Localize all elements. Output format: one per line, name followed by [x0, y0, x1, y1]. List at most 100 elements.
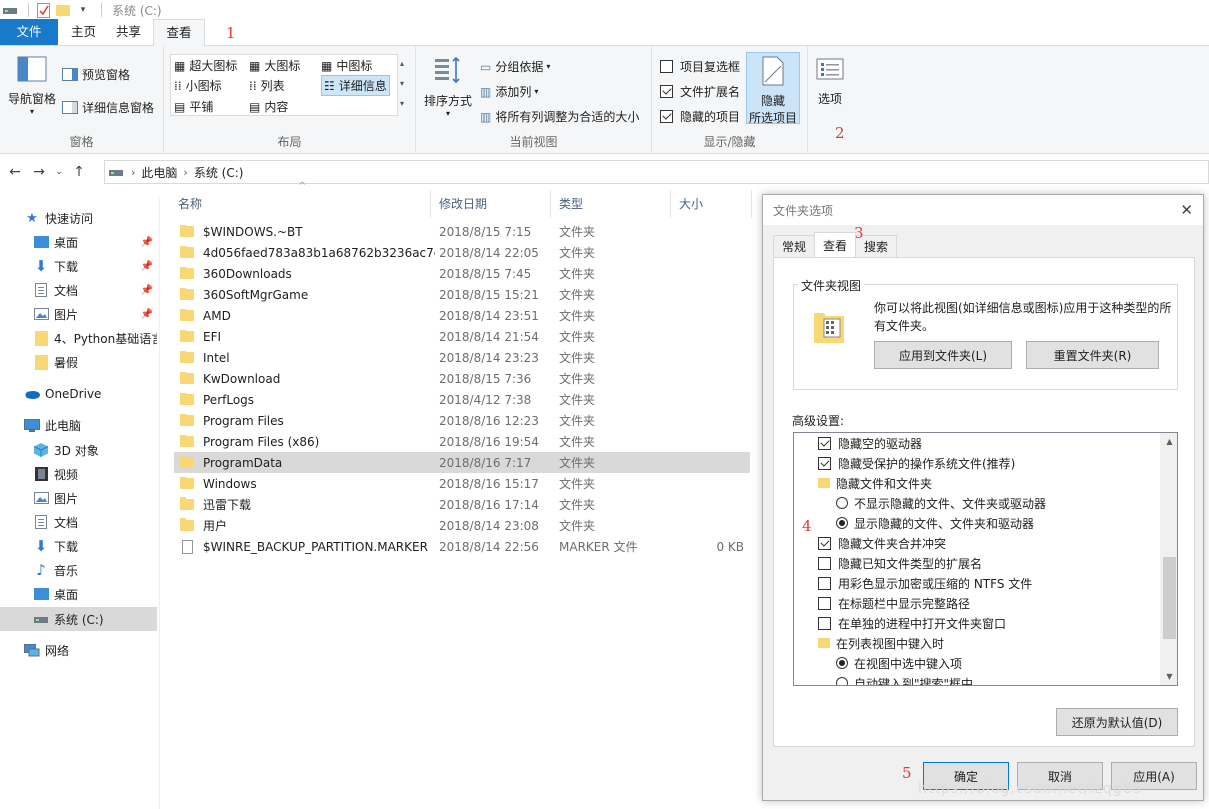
nav-pc-pictures[interactable]: 图片 — [0, 487, 157, 509]
layout-tiles[interactable]: ▤ 平铺 — [174, 98, 213, 115]
forward-button[interactable]: → — [30, 164, 48, 180]
setting-select-typed-item[interactable]: 在视图中选中键入项 — [836, 653, 962, 673]
column-header-type[interactable]: 类型 — [551, 190, 671, 218]
table-row[interactable]: 360Downloads 2018/8/15 7:45 文件夹 — [174, 263, 750, 284]
checkbox[interactable] — [818, 456, 831, 470]
setting-hide-empty-drives[interactable]: 隐藏空的驱动器 — [818, 433, 922, 453]
tab-share[interactable]: 共享 — [108, 19, 153, 45]
radio[interactable] — [836, 517, 848, 529]
group-by-button[interactable]: ▭ 分组依据 ▾ — [480, 58, 550, 75]
item-checkboxes-toggle[interactable]: 项目复选框 — [660, 58, 740, 75]
nav-pictures[interactable]: 图片 📌 — [0, 303, 157, 325]
layout-content[interactable]: ▤ 内容 — [249, 98, 288, 115]
setting-hide-extensions[interactable]: 隐藏已知文件类型的扩展名 — [818, 553, 982, 573]
setting-full-path-title[interactable]: 在标题栏中显示完整路径 — [818, 593, 970, 613]
setting-color-ntfs[interactable]: 用彩色显示加密或压缩的 NTFS 文件 — [818, 573, 1032, 593]
tab-view[interactable]: 查看 — [153, 19, 206, 46]
tab-general[interactable]: 常规 — [773, 235, 816, 257]
nav-summer-folder[interactable]: 暑假 — [0, 351, 157, 373]
properties-icon[interactable] — [35, 2, 51, 18]
breadcrumb-this-pc[interactable]: 此电脑 — [141, 164, 177, 181]
checkbox[interactable] — [818, 616, 831, 630]
nav-downloads[interactable]: ⬇ 下载 📌 — [0, 255, 157, 277]
apply-to-folders-button[interactable]: 应用到文件夹(L) — [874, 341, 1012, 369]
radio[interactable] — [836, 677, 848, 685]
hidden-items-checkbox[interactable] — [660, 110, 673, 123]
details-pane-button[interactable]: 详细信息窗格 — [62, 99, 154, 116]
nav-onedrive[interactable]: OneDrive — [0, 383, 157, 405]
breadcrumb-c-drive[interactable]: 系统 (C:) — [194, 164, 244, 181]
pin-icon[interactable]: 📌 — [141, 285, 153, 296]
setting-hide-protected-os-files[interactable]: 隐藏受保护的操作系统文件(推荐) — [818, 453, 1015, 473]
file-extensions-toggle[interactable]: 文件扩展名 — [660, 83, 740, 100]
radio[interactable] — [836, 657, 848, 669]
nav-pc-desktop[interactable]: 桌面 — [0, 583, 157, 605]
add-columns-button[interactable]: ▥ 添加列 ▾ — [480, 83, 538, 100]
table-row[interactable]: $WINDOWS.~BT 2018/8/15 7:15 文件夹 — [174, 221, 750, 242]
table-row[interactable]: Program Files 2018/8/16 12:23 文件夹 — [174, 410, 750, 431]
column-header-name[interactable]: 名称 — [170, 190, 431, 218]
tab-home[interactable]: 主页 — [58, 19, 108, 45]
layout-small-icons[interactable]: ⁞⁞ 小图标 — [174, 77, 222, 94]
table-row[interactable]: 迅雷下载 2018/8/16 17:14 文件夹 — [174, 494, 750, 515]
pin-icon[interactable]: 📌 — [141, 237, 153, 248]
nav-desktop[interactable]: 桌面 📌 — [0, 231, 157, 253]
up-button[interactable]: ↑ — [70, 164, 88, 180]
pin-icon[interactable]: 📌 — [141, 261, 153, 272]
tab-view-dialog[interactable]: 查看 — [814, 232, 857, 257]
navigation-pane-button[interactable]: 导航窗格 ▾ — [4, 56, 60, 116]
setting-show-hidden[interactable]: 显示隐藏的文件、文件夹和驱动器 — [836, 513, 1034, 533]
nav-music[interactable]: ♪ 音乐 — [0, 559, 157, 581]
item-checkboxes-checkbox[interactable] — [660, 60, 673, 73]
table-row[interactable]: Windows 2018/8/16 15:17 文件夹 — [174, 473, 750, 494]
pin-icon[interactable]: 📌 — [141, 309, 153, 320]
setting-hide-merge-conflicts[interactable]: 隐藏文件夹合并冲突 — [818, 533, 946, 553]
table-row[interactable]: Intel 2018/8/14 23:23 文件夹 — [174, 347, 750, 368]
fit-columns-button[interactable]: ▥ 将所有列调整为合适的大小 — [480, 108, 639, 125]
checkbox[interactable] — [818, 536, 831, 550]
customize-toolbar-icon[interactable]: ▾ — [75, 2, 91, 18]
preview-pane-button[interactable]: 预览窗格 — [62, 66, 130, 83]
radio[interactable] — [836, 497, 848, 509]
tab-file[interactable]: 文件 — [0, 19, 58, 45]
scroll-up-icon[interactable]: ▲ — [1161, 433, 1177, 450]
nav-c-drive[interactable]: 系统 (C:) — [0, 607, 157, 631]
scroll-thumb[interactable] — [1163, 557, 1176, 639]
nav-3d-objects[interactable]: 3D 对象 — [0, 439, 157, 461]
table-row[interactable]: 4d056faed783a83b1a68762b3236ac7c 2018/8/1… — [174, 242, 750, 263]
nav-python-folder[interactable]: 4、Python基础语言 — [0, 327, 157, 349]
table-row[interactable]: PerfLogs 2018/4/12 7:38 文件夹 — [174, 389, 750, 410]
nav-videos[interactable]: 视频 — [0, 463, 157, 485]
table-row[interactable]: KwDownload 2018/8/15 7:36 文件夹 — [174, 368, 750, 389]
column-header-size[interactable]: 大小 — [671, 190, 752, 218]
table-row[interactable]: 360SoftMgrGame 2018/8/15 15:21 文件夹 — [174, 284, 750, 305]
layout-details[interactable]: ☷ 详细信息 — [321, 75, 390, 96]
options-button[interactable]: 选项 — [814, 58, 846, 107]
reset-folders-button[interactable]: 重置文件夹(R) — [1026, 341, 1159, 369]
table-row[interactable]: $WINRE_BACKUP_PARTITION.MARKER 2018/8/14 … — [174, 536, 750, 557]
file-extensions-checkbox[interactable] — [660, 85, 673, 98]
layout-extra-large-icons[interactable]: ▦ 超大图标 — [174, 57, 237, 74]
nav-documents[interactable]: 文档 📌 — [0, 279, 157, 301]
address-box[interactable]: › 此电脑 › 系统 (C:) — [104, 160, 1209, 184]
nav-quick-access[interactable]: ★ 快速访问 — [0, 207, 157, 229]
sort-by-button[interactable]: 排序方式 ▾ — [422, 56, 474, 118]
close-icon[interactable]: ✕ — [1180, 201, 1193, 219]
back-button[interactable]: ← — [6, 164, 24, 180]
hide-selected-button[interactable]: 隐藏 所选项目 — [746, 52, 800, 125]
table-row[interactable]: AMD 2018/8/14 23:51 文件夹 — [174, 305, 750, 326]
nav-network[interactable]: 网络 — [0, 639, 157, 661]
checkbox[interactable] — [818, 436, 831, 450]
scroll-down-icon[interactable]: ▼ — [1161, 668, 1177, 685]
layout-medium-icons[interactable]: ▦ 中图标 — [321, 57, 372, 74]
table-row[interactable]: EFI 2018/8/14 21:54 文件夹 — [174, 326, 750, 347]
hidden-items-toggle[interactable]: 隐藏的项目 — [660, 108, 740, 125]
nav-this-pc[interactable]: 此电脑 — [0, 414, 157, 436]
checkbox[interactable] — [818, 576, 831, 590]
setting-dont-show-hidden[interactable]: 不显示隐藏的文件、文件夹或驱动器 — [836, 493, 1046, 513]
restore-defaults-button[interactable]: 还原为默认值(D) — [1056, 708, 1178, 736]
column-header-date[interactable]: 修改日期 — [431, 190, 551, 218]
layout-list[interactable]: ⁞⁞ 列表 — [249, 77, 285, 94]
table-row[interactable]: 用户 2018/8/14 23:08 文件夹 — [174, 515, 750, 536]
table-row[interactable]: ProgramData 2018/8/16 7:17 文件夹 — [174, 452, 750, 473]
